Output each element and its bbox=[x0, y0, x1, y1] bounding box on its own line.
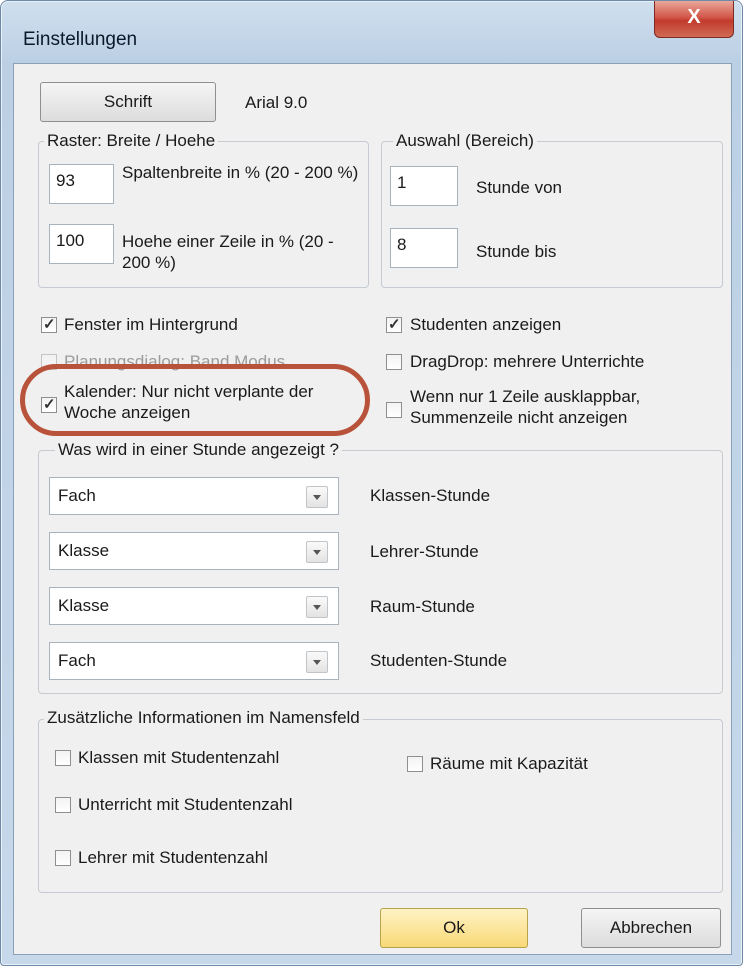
chevron-down-icon[interactable] bbox=[306, 486, 328, 508]
wenn-checkbox[interactable] bbox=[386, 402, 402, 418]
fenster-label: Fenster im Hintergrund bbox=[64, 315, 238, 334]
lehrer-studentenzahl-label: Lehrer mit Studentenzahl bbox=[78, 848, 268, 867]
lehrer-studentenzahl-checkbox[interactable] bbox=[55, 850, 71, 866]
chevron-down-icon[interactable] bbox=[306, 596, 328, 618]
hour-to-input[interactable]: 8 bbox=[390, 228, 458, 268]
klassen-stunde-select[interactable]: Fach bbox=[49, 477, 339, 515]
fenster-checkbox[interactable] bbox=[41, 315, 57, 333]
column-width-input[interactable]: 93 bbox=[49, 164, 114, 204]
close-button[interactable]: X bbox=[654, 1, 734, 38]
raster-legend: Raster: Breite / Hoehe bbox=[44, 131, 219, 151]
raum-stunde-value: Klasse bbox=[58, 596, 110, 615]
lehrer-stunde-value: Klasse bbox=[58, 541, 110, 560]
chevron-down-icon[interactable] bbox=[306, 651, 328, 673]
raum-stunde-select[interactable]: Klasse bbox=[49, 587, 339, 625]
studenten-label: Studenten anzeigen bbox=[410, 315, 562, 334]
klassen-stunde-label: Klassen-Stunde bbox=[370, 486, 491, 505]
raum-stunde-label: Raum-Stunde bbox=[370, 597, 475, 616]
lehrer-stunde-label: Lehrer-Stunde bbox=[370, 542, 479, 561]
kalender-checkbox[interactable] bbox=[41, 395, 57, 413]
dragdrop-checkbox[interactable] bbox=[386, 354, 402, 370]
auswahl-legend: Auswahl (Bereich) bbox=[393, 131, 537, 151]
studenten-stunde-select[interactable]: Fach bbox=[49, 642, 339, 680]
dialog-body: Schrift Arial 9.0 Raster: Breite / Hoehe… bbox=[13, 63, 732, 955]
studenten-stunde-label: Studenten-Stunde bbox=[370, 651, 508, 670]
row-height-label: Hoehe einer Zeile in % (20 - 200 %) bbox=[122, 232, 334, 272]
window-title: Einstellungen bbox=[23, 29, 138, 50]
klassen-stunde-value: Fach bbox=[58, 486, 96, 505]
hour-from-input[interactable]: 1 bbox=[390, 166, 458, 206]
unterricht-studentenzahl-label: Unterricht mit Studentenzahl bbox=[78, 795, 293, 814]
unterricht-studentenzahl-checkbox[interactable] bbox=[55, 797, 71, 813]
raeume-kapazitaet-checkbox[interactable] bbox=[407, 756, 423, 772]
stunde-legend: Was wird in einer Stunde angezeigt ? bbox=[55, 440, 342, 460]
font-current-label: Arial 9.0 bbox=[245, 93, 308, 112]
lehrer-stunde-select[interactable]: Klasse bbox=[49, 532, 339, 570]
studenten-checkbox[interactable] bbox=[386, 315, 402, 333]
planung-label: Planungsdialog: Band Modus bbox=[64, 352, 286, 371]
raeume-kapazitaet-label: Räume mit Kapazität bbox=[430, 754, 588, 773]
namensfeld-legend: Zusätzliche Informationen im Namensfeld bbox=[44, 708, 363, 728]
hour-to-label: Stunde bis bbox=[476, 242, 557, 261]
column-width-label: Spaltenbreite in % (20 - 200 %) bbox=[122, 163, 359, 182]
chevron-down-icon[interactable] bbox=[306, 541, 328, 563]
wenn-label: Wenn nur 1 Zeile ausklappbar, Summenzeil… bbox=[410, 387, 641, 427]
kalender-label: Kalender: Nur nicht verplante der Woche … bbox=[64, 382, 314, 422]
font-button[interactable]: Schrift bbox=[40, 82, 216, 122]
dragdrop-label: DragDrop: mehrere Unterrichte bbox=[410, 352, 645, 371]
klassen-studentenzahl-checkbox[interactable] bbox=[55, 750, 71, 766]
studenten-stunde-value: Fach bbox=[58, 651, 96, 670]
hour-from-label: Stunde von bbox=[476, 178, 563, 197]
klassen-studentenzahl-label: Klassen mit Studentenzahl bbox=[78, 748, 280, 767]
planung-checkbox[interactable] bbox=[41, 354, 57, 370]
cancel-button[interactable]: Abbrechen bbox=[581, 908, 721, 948]
settings-dialog: Einstellungen X Schrift Arial 9.0 Raster… bbox=[0, 0, 743, 966]
ok-button[interactable]: Ok bbox=[380, 908, 528, 948]
title-bar[interactable]: Einstellungen X bbox=[1, 1, 742, 63]
row-height-input[interactable]: 100 bbox=[49, 224, 114, 264]
